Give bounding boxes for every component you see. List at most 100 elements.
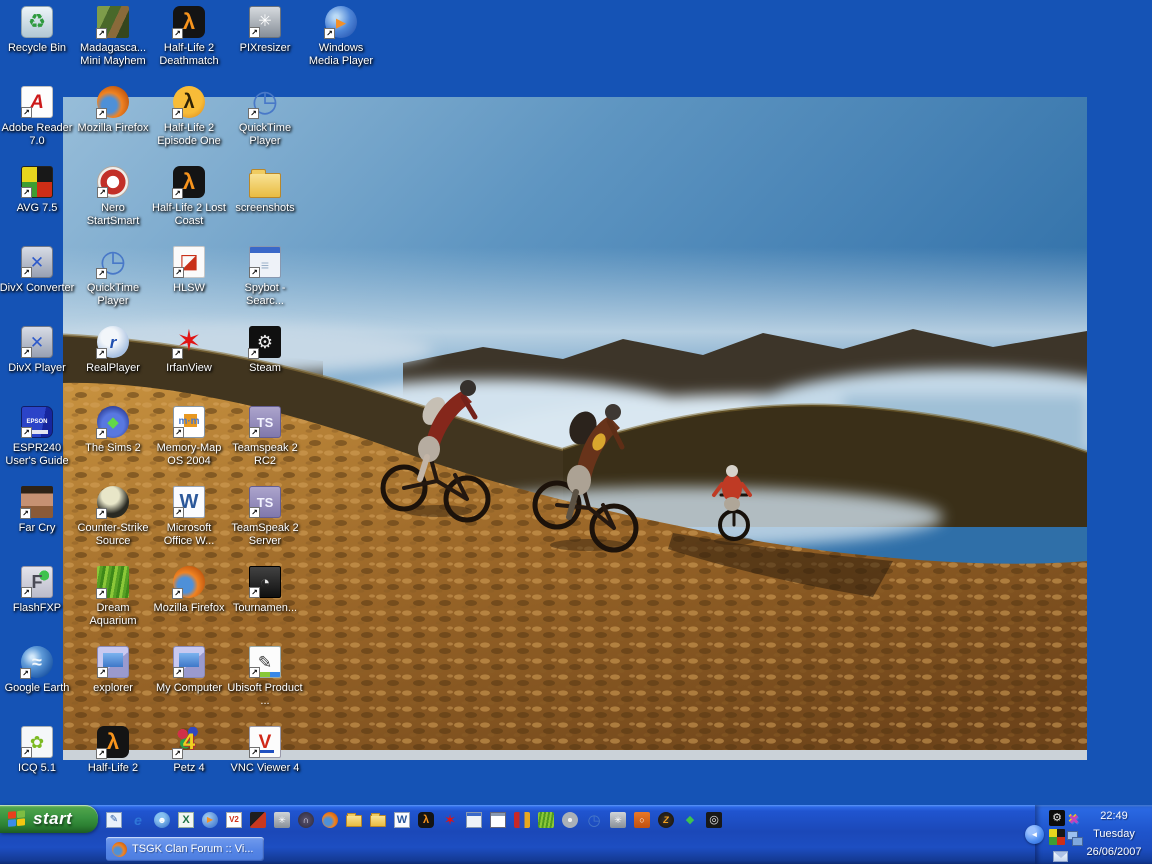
desktop-icon-petz-4[interactable]: 4↗Petz 4 xyxy=(151,726,227,775)
quicklaunch-pixresizer-2-icon[interactable]: ✳ xyxy=(610,812,626,828)
desktop-icon-explorer[interactable]: ↗explorer xyxy=(75,646,151,695)
desktop-icon-quicktime-player-2[interactable]: ◷↗QuickTime Player xyxy=(227,86,303,148)
quicklaunch-excel-icon[interactable]: X xyxy=(178,812,194,828)
quicklaunch-internet-explorer-icon[interactable]: e xyxy=(130,812,146,828)
desktop-icon-quicktime-player[interactable]: ◷↗QuickTime Player xyxy=(75,246,151,308)
desktop-icon-memory-map-os-2004[interactable]: m·m↗Memory-Map OS 2004 xyxy=(151,406,227,468)
desktop-icon-the-sims-2[interactable]: ◆↗The Sims 2 xyxy=(75,406,151,455)
desktop-icon-half-life-2-deathmatch[interactable]: λ↗Half-Life 2 Deathmatch xyxy=(151,6,227,68)
desktop-icon-steam[interactable]: ⚙↗Steam xyxy=(227,326,303,375)
quicklaunch-hlsw-icon[interactable] xyxy=(250,812,266,828)
desktop-icon-teamspeak-2-rc2[interactable]: TS↗Teamspeak 2 RC2 xyxy=(227,406,303,468)
shortcut-arrow-icon: ↗ xyxy=(248,348,259,359)
desktop-icon-half-life-2-episode-one[interactable]: λ↗Half-Life 2 Episode One xyxy=(151,86,227,148)
desktop-icon-icq-5-1[interactable]: ✿↗ICQ 5.1 xyxy=(0,726,75,775)
espr240-users-guide-icon: EPSON↗ xyxy=(21,406,53,438)
quicklaunch-msn-messenger-icon[interactable]: ☻ xyxy=(154,812,170,828)
tray-mail-envelope-icon[interactable] xyxy=(1053,851,1068,862)
shortcut-arrow-icon: ↗ xyxy=(173,507,184,518)
quicklaunch-teamspeak-icon[interactable]: ∩ xyxy=(298,812,314,828)
shortcut-arrow-icon: ↗ xyxy=(21,427,32,438)
quicklaunch-winamp-icon[interactable]: Z xyxy=(658,812,674,828)
start-button[interactable]: start xyxy=(0,805,98,833)
shortcut-arrow-icon: ↗ xyxy=(21,107,32,118)
teamspeak-2-rc2-icon: TS↗ xyxy=(249,406,281,438)
quicklaunch-quicktime-icon[interactable]: ◷ xyxy=(586,812,602,828)
desktop-icon-adobe-reader[interactable]: A↗ Adobe Reader 7.0 xyxy=(0,86,75,148)
desktop-icon-teamspeak-2-server[interactable]: TS↗TeamSpeak 2 Server xyxy=(227,486,303,548)
desktop-icon-half-life-2[interactable]: λ↗Half-Life 2 xyxy=(75,726,151,775)
quicklaunch-half-life-2-icon[interactable]: λ xyxy=(418,812,434,828)
desktop-icon-ubisoft-product[interactable]: ✎↗Ubisoft Product ... xyxy=(227,646,303,708)
desktop-icon-microsoft-office-word[interactable]: W↗Microsoft Office W... xyxy=(151,486,227,548)
shortcut-arrow-icon: ↗ xyxy=(96,428,107,439)
desktop-icon-label: Adobe Reader 7.0 xyxy=(0,122,75,148)
desktop-icon-label: PIXresizer xyxy=(240,42,291,55)
quicklaunch-powerpoint-icon[interactable]: ○ xyxy=(634,812,650,828)
desktop-icon-recycle-bin[interactable]: ♻Recycle Bin xyxy=(0,6,75,55)
quicklaunch-firefox-icon[interactable] xyxy=(322,812,338,828)
desktop-icon-google-earth[interactable]: ≈↗Google Earth xyxy=(0,646,75,695)
system-tray: ◄ ⚙✖ 22:49 Tuesday 26/06/2007 xyxy=(1035,805,1152,864)
desktop-icon-half-life-2-lost-coast[interactable]: λ↗Half-Life 2 Lost Coast xyxy=(151,166,227,228)
flashfxp-icon: F↗ xyxy=(21,566,53,598)
desktop[interactable]: ♻Recycle Bin A↗ Adobe Reader 7.0 ↗AVG 7.5 ✕↗… xyxy=(0,0,1152,864)
shortcut-arrow-icon: ↗ xyxy=(249,427,260,438)
clock-time: 22:49 xyxy=(1079,807,1149,825)
shortcut-arrow-icon: ↗ xyxy=(173,667,184,678)
desktop-icon-hlsw[interactable]: ◪↗HLSW xyxy=(151,246,227,295)
desktop-icon-nero-startsmart[interactable]: ↗Nero StartSmart xyxy=(75,166,151,228)
quicklaunch-word-icon[interactable]: W xyxy=(394,812,410,828)
desktop-icon-divx-converter[interactable]: ✕↗DivX Converter xyxy=(0,246,75,295)
desktop-icon-irfanview[interactable]: ✶↗IrfanView xyxy=(151,326,227,375)
desktop-icon-pixresizer[interactable]: ✳↗PIXresizer xyxy=(227,6,303,55)
adobe-reader-icon: A↗ xyxy=(21,86,53,118)
quicklaunch-command-window-icon[interactable] xyxy=(490,812,506,828)
desktop-icon-espr240-users-guide[interactable]: EPSON↗ESPR240 User's Guide xyxy=(0,406,75,468)
desktop-icon-madagascar-mini-mayhem[interactable]: ↗Madagasca... Mini Mayhem xyxy=(75,6,151,68)
desktop-icon-mozilla-firefox[interactable]: ↗Mozilla Firefox xyxy=(75,86,151,135)
desktop-icon-spybot-search[interactable]: ≡↗Spybot - Searc... xyxy=(227,246,303,308)
quicklaunch-show-desktop-icon[interactable]: ✎ xyxy=(106,812,122,828)
desktop-icon-far-cry[interactable]: ↗Far Cry xyxy=(0,486,75,535)
desktop-icon-windows-media-player[interactable]: ▶↗Windows Media Player xyxy=(303,6,379,68)
desktop-icon-label: IrfanView xyxy=(166,362,212,375)
shortcut-arrow-icon: ↗ xyxy=(97,187,108,198)
tray-collapse-button[interactable]: ◄ xyxy=(1025,825,1044,844)
desktop-icon-tournament[interactable]: ◔↗Tournamen... xyxy=(227,566,303,615)
quicklaunch-dream-aquarium-icon[interactable] xyxy=(538,812,554,828)
quicklaunch-vnc-icon[interactable]: V2 xyxy=(226,812,242,828)
clock[interactable]: 22:49 Tuesday 26/06/2007 xyxy=(1079,807,1149,861)
desktop-icon-mozilla-firefox-2[interactable]: ↗Mozilla Firefox xyxy=(151,566,227,615)
tray-avg-icon[interactable] xyxy=(1049,829,1065,845)
quicklaunch-winrar-icon[interactable] xyxy=(514,812,530,828)
memory-map-os-2004-icon: m·m↗ xyxy=(173,406,205,438)
desktop-icon-label: RealPlayer xyxy=(86,362,140,375)
quicklaunch-windows-media-player-icon[interactable]: ▶ xyxy=(202,812,218,828)
desktop-icon-label: HLSW xyxy=(173,282,205,295)
quicklaunch-folder-icon[interactable] xyxy=(346,815,362,827)
desktop-icon-divx-player[interactable]: ✕↗DivX Player xyxy=(0,326,75,375)
desktop-icon-vnc-viewer-4[interactable]: V↗VNC Viewer 4 xyxy=(227,726,303,775)
shortcut-arrow-icon: ↗ xyxy=(96,348,107,359)
quicklaunch-nero-disc-icon[interactable] xyxy=(562,812,578,828)
desktop-icon-dream-aquarium[interactable]: ↗ Dream Aquarium xyxy=(75,566,151,628)
desktop-icon-label: Dream Aquarium xyxy=(75,602,151,628)
desktop-icon-counter-strike-source[interactable]: ↗Counter-Strike Source xyxy=(75,486,151,548)
dream-aquarium-icon: ↗ xyxy=(97,566,129,598)
quicklaunch-folder-2-icon[interactable] xyxy=(370,815,386,827)
quicklaunch-pixresizer-icon[interactable]: ✳ xyxy=(274,812,290,828)
desktop-icon-realplayer[interactable]: r↗RealPlayer xyxy=(75,326,151,375)
quicklaunch-camera-target-icon[interactable]: ◎ xyxy=(706,812,722,828)
quicklaunch-green-gem-icon[interactable]: ◆ xyxy=(682,812,698,828)
task-button-tsgk-clan-forum[interactable]: TSGK Clan Forum :: Vi... xyxy=(106,837,264,861)
quicklaunch-irfanview-icon[interactable]: ✶ xyxy=(442,812,458,828)
desktop-icon-my-computer[interactable]: ↗My Computer xyxy=(151,646,227,695)
desktop-icon-label: TeamSpeak 2 Server xyxy=(227,522,303,548)
desktop-icon-flashfxp[interactable]: F↗FlashFXP xyxy=(0,566,75,615)
quicklaunch-spybot-search-icon[interactable] xyxy=(466,812,482,828)
desktop-icon-avg-7-5[interactable]: ↗AVG 7.5 xyxy=(0,166,75,215)
tray-steam-icon[interactable]: ⚙ xyxy=(1049,810,1065,826)
desktop-icon-screenshots[interactable]: screenshots xyxy=(227,166,303,215)
desktop-icon-label: Half-Life 2 Deathmatch xyxy=(151,42,227,68)
